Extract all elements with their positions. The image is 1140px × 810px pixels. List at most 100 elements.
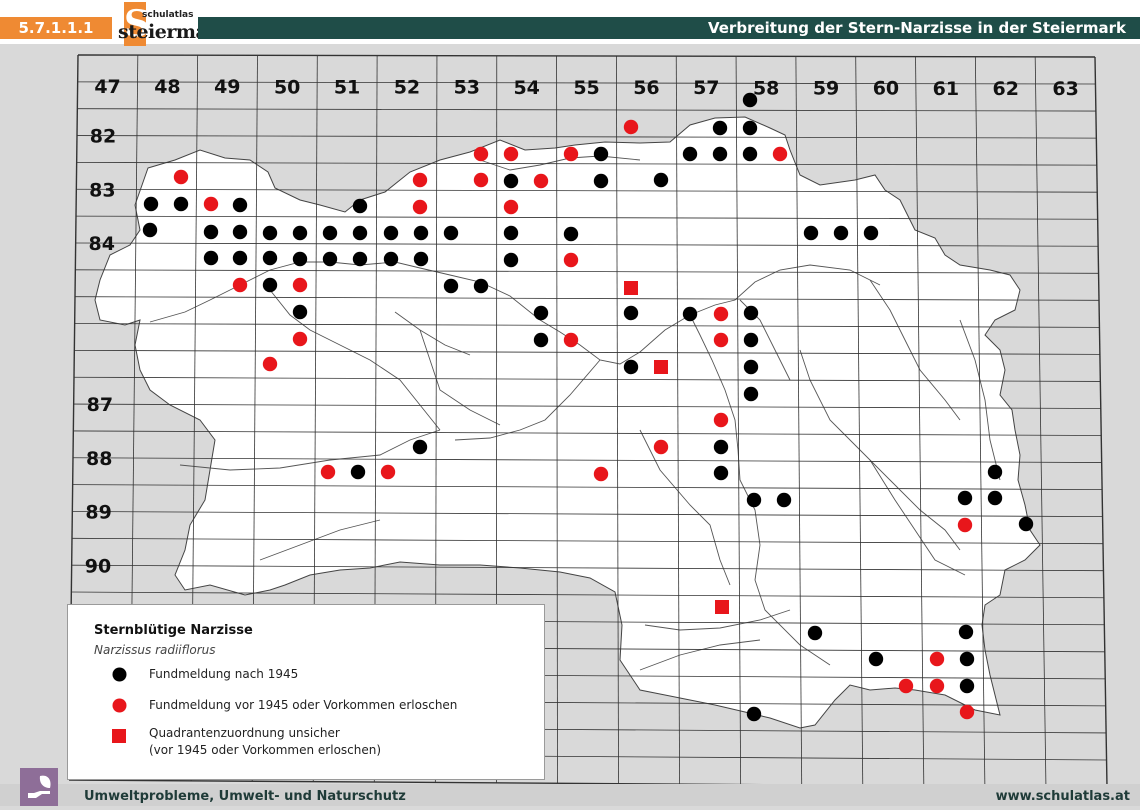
black-dot-marker (263, 226, 277, 240)
black-dot-marker (743, 93, 757, 107)
column-label: 47 (94, 76, 120, 98)
red-dot-marker (413, 173, 427, 187)
black-dot-marker (323, 226, 337, 240)
red-square-marker (715, 600, 729, 614)
grid-horizontal-line (77, 109, 1096, 111)
red-dot-marker (233, 278, 247, 292)
black-dot-marker (504, 253, 518, 267)
black-dot-marker (353, 252, 367, 266)
row-label: 83 (89, 179, 115, 201)
red-dot-marker (204, 197, 218, 211)
black-dot-marker (414, 252, 428, 266)
row-label: 90 (85, 555, 111, 577)
column-label: 49 (214, 76, 240, 98)
black-dot-marker (988, 491, 1002, 505)
black-dot-marker (323, 252, 337, 266)
black-dot-marker (474, 279, 488, 293)
red-dot-marker (504, 147, 518, 161)
black-dot-marker (204, 251, 218, 265)
black-dot-marker (504, 226, 518, 240)
red-dot-marker (564, 253, 578, 267)
red-dot-marker (413, 200, 427, 214)
red-dot-marker (564, 333, 578, 347)
red-dot-marker (654, 440, 668, 454)
red-dot-marker (474, 173, 488, 187)
red-dot-marker (930, 652, 944, 666)
black-dot-marker (564, 227, 578, 241)
black-dot-marker (777, 493, 791, 507)
red-square-marker (654, 360, 668, 374)
black-dot-marker (744, 360, 758, 374)
column-label: 55 (573, 77, 599, 99)
black-dot-marker (834, 226, 848, 240)
red-square-icon (112, 729, 127, 744)
black-dot-marker (654, 173, 668, 187)
black-dot-icon (112, 667, 127, 682)
black-dot-marker (504, 174, 518, 188)
black-dot-marker (293, 252, 307, 266)
black-dot-marker (293, 305, 307, 319)
grid-horizontal-line (78, 55, 1095, 57)
row-label: 88 (86, 448, 112, 470)
black-dot-marker (713, 147, 727, 161)
black-dot-marker (144, 197, 158, 211)
column-label: 62 (992, 78, 1018, 100)
black-dot-marker (384, 252, 398, 266)
black-dot-marker (747, 493, 761, 507)
black-dot-marker (353, 226, 367, 240)
black-dot-marker (293, 226, 307, 240)
black-dot-marker (714, 466, 728, 480)
red-dot-icon (112, 698, 127, 713)
black-dot-marker (594, 174, 608, 188)
column-label: 48 (154, 76, 180, 98)
red-dot-marker (534, 174, 548, 188)
black-dot-marker (233, 198, 247, 212)
column-label: 54 (513, 77, 539, 99)
column-label: 53 (454, 77, 480, 99)
black-dot-marker (413, 440, 427, 454)
black-dot-marker (594, 147, 608, 161)
environment-icon (20, 768, 58, 806)
red-dot-marker (174, 170, 188, 184)
column-label: 51 (334, 76, 360, 98)
red-dot-marker (293, 332, 307, 346)
row-label: 82 (90, 126, 116, 148)
red-dot-marker (321, 465, 335, 479)
grid-horizontal-line (77, 136, 1096, 139)
black-dot-marker (804, 226, 818, 240)
black-dot-marker (384, 226, 398, 240)
red-dot-marker (381, 465, 395, 479)
black-dot-marker (714, 440, 728, 454)
black-dot-marker (744, 333, 758, 347)
column-label: 63 (1052, 78, 1078, 100)
column-label: 50 (274, 76, 300, 98)
column-label: 58 (753, 77, 779, 99)
red-dot-marker (773, 147, 787, 161)
red-dot-marker (714, 333, 728, 347)
red-dot-marker (594, 467, 608, 481)
column-labels: 4748495051525354555657585960616263 (94, 76, 1078, 100)
black-dot-marker (174, 197, 188, 211)
footer-website: www.schulatlas.at (996, 789, 1130, 804)
legend-label: Quadrantenzuordnung unsicher (149, 726, 340, 740)
row-label: 87 (87, 394, 113, 416)
row-label: 84 (89, 233, 115, 255)
black-dot-marker (204, 225, 218, 239)
column-label: 56 (633, 77, 659, 99)
black-dot-marker (958, 491, 972, 505)
red-dot-marker (960, 705, 974, 719)
red-dot-marker (504, 200, 518, 214)
black-dot-marker (960, 652, 974, 666)
red-dot-marker (474, 147, 488, 161)
red-dot-marker (263, 357, 277, 371)
column-label: 57 (693, 77, 719, 99)
black-dot-marker (744, 387, 758, 401)
red-dot-marker (564, 147, 578, 161)
red-square-marker (624, 281, 638, 295)
black-dot-marker (351, 465, 365, 479)
black-dot-marker (683, 147, 697, 161)
black-dot-marker (534, 333, 548, 347)
footer-topic: Umweltprobleme, Umwelt- und Naturschutz (84, 789, 406, 804)
column-label: 52 (394, 77, 420, 99)
black-dot-marker (744, 306, 758, 320)
